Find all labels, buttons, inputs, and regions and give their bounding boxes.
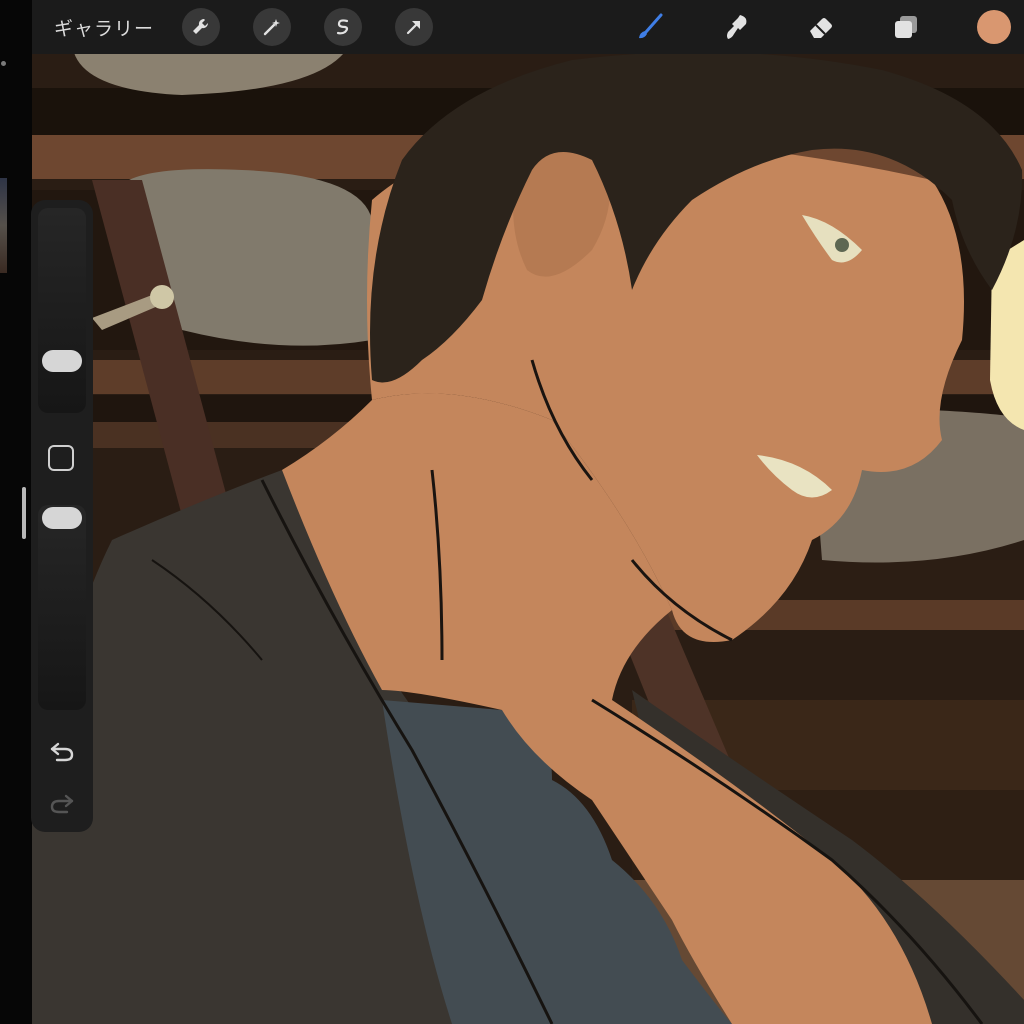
opacity-knob[interactable] [42, 507, 82, 529]
color-picker-button[interactable] [977, 10, 1011, 44]
layers-icon[interactable] [889, 10, 923, 44]
sidebar-position-handle[interactable] [22, 487, 26, 539]
drawing-canvas[interactable] [32, 0, 1024, 1024]
wrench-icon[interactable] [182, 8, 220, 46]
edge-thumbnail [0, 178, 7, 273]
selection-icon[interactable] [324, 8, 362, 46]
modify-button[interactable] [48, 445, 74, 471]
undo-icon[interactable] [48, 740, 76, 764]
brush-size-knob[interactable] [42, 350, 82, 372]
magic-wand-icon[interactable] [253, 8, 291, 46]
artwork [32, 0, 1024, 1024]
redo-icon[interactable] [48, 792, 76, 816]
gallery-button[interactable]: ギャラリー [54, 14, 154, 41]
opacity-slider[interactable] [38, 505, 86, 710]
top-toolbar: ギャラリー [32, 0, 1024, 54]
eraser-icon[interactable] [804, 10, 838, 44]
smudge-icon[interactable] [720, 10, 754, 44]
edge-indicator-dot [1, 61, 6, 66]
brush-icon[interactable] [632, 10, 666, 44]
sidebar [31, 200, 93, 832]
transform-arrow-icon[interactable] [395, 8, 433, 46]
device-edge [0, 0, 32, 1024]
brush-size-slider[interactable] [38, 208, 86, 413]
